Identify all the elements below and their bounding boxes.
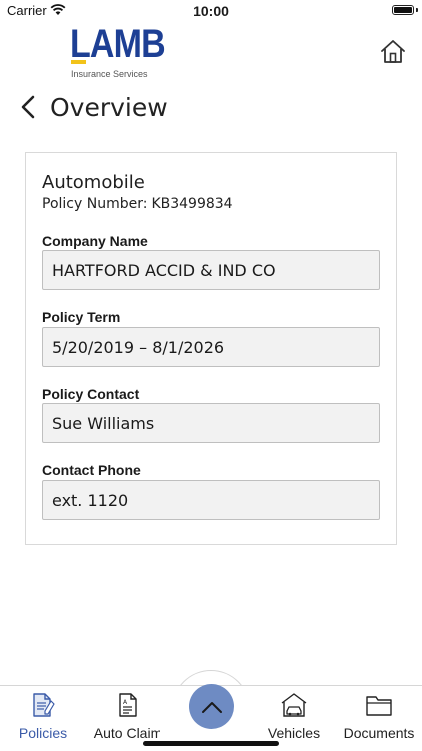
policy-type: Automobile xyxy=(42,172,145,193)
company-name-label: Company Name xyxy=(42,233,148,249)
home-indicator xyxy=(143,741,279,746)
expand-menu-button[interactable] xyxy=(189,684,234,729)
page-title: Overview xyxy=(50,92,168,122)
lamb-logo: LAMB Insurance Services xyxy=(70,22,170,79)
status-bar: Carrier 10:00 xyxy=(0,0,422,22)
tab-auto-claim-label: Auto Claim xyxy=(93,725,163,741)
folder-icon xyxy=(366,696,392,716)
claim-form-icon: A xyxy=(119,693,137,717)
policy-contact-field: Sue Williams xyxy=(42,403,380,443)
tab-vehicles-label: Vehicles xyxy=(267,725,321,741)
policy-term-field: 5/20/2019 – 8/1/2026 xyxy=(42,327,380,367)
battery-icon xyxy=(392,5,414,15)
status-time: 10:00 xyxy=(193,3,229,19)
policy-contact-label: Policy Contact xyxy=(42,386,140,402)
contact-phone-label: Contact Phone xyxy=(42,462,141,478)
logo-wordmark: LAMB xyxy=(70,22,166,66)
tab-policies-label: Policies xyxy=(18,725,68,741)
policy-number-value: KB3499834 xyxy=(151,196,233,212)
tab-policies[interactable]: Policies xyxy=(1,686,85,751)
policy-card: Automobile Policy Number: KB3499834 Compa… xyxy=(25,152,397,545)
chevron-up-icon xyxy=(201,701,222,713)
garage-car-icon xyxy=(281,693,307,717)
contact-phone-field: ext. 1120 xyxy=(42,480,380,520)
logo-subtitle: Insurance Services xyxy=(71,69,148,79)
svg-text:A: A xyxy=(123,699,128,706)
document-icon xyxy=(33,693,55,717)
back-button[interactable]: Overview xyxy=(18,91,168,123)
policy-number-label: Policy Number: xyxy=(42,196,148,212)
battery-tip xyxy=(416,8,418,12)
policy-term-label: Policy Term xyxy=(42,309,121,325)
tab-documents[interactable]: Documents xyxy=(337,686,421,751)
logo-accent-bar xyxy=(71,60,86,64)
company-name-field: HARTFORD ACCID & IND CO xyxy=(42,250,380,290)
home-icon[interactable] xyxy=(380,38,406,64)
tab-documents-label: Documents xyxy=(343,725,415,741)
policy-number-row: Policy Number: KB3499834 xyxy=(42,196,233,212)
chevron-left-icon xyxy=(21,95,35,119)
